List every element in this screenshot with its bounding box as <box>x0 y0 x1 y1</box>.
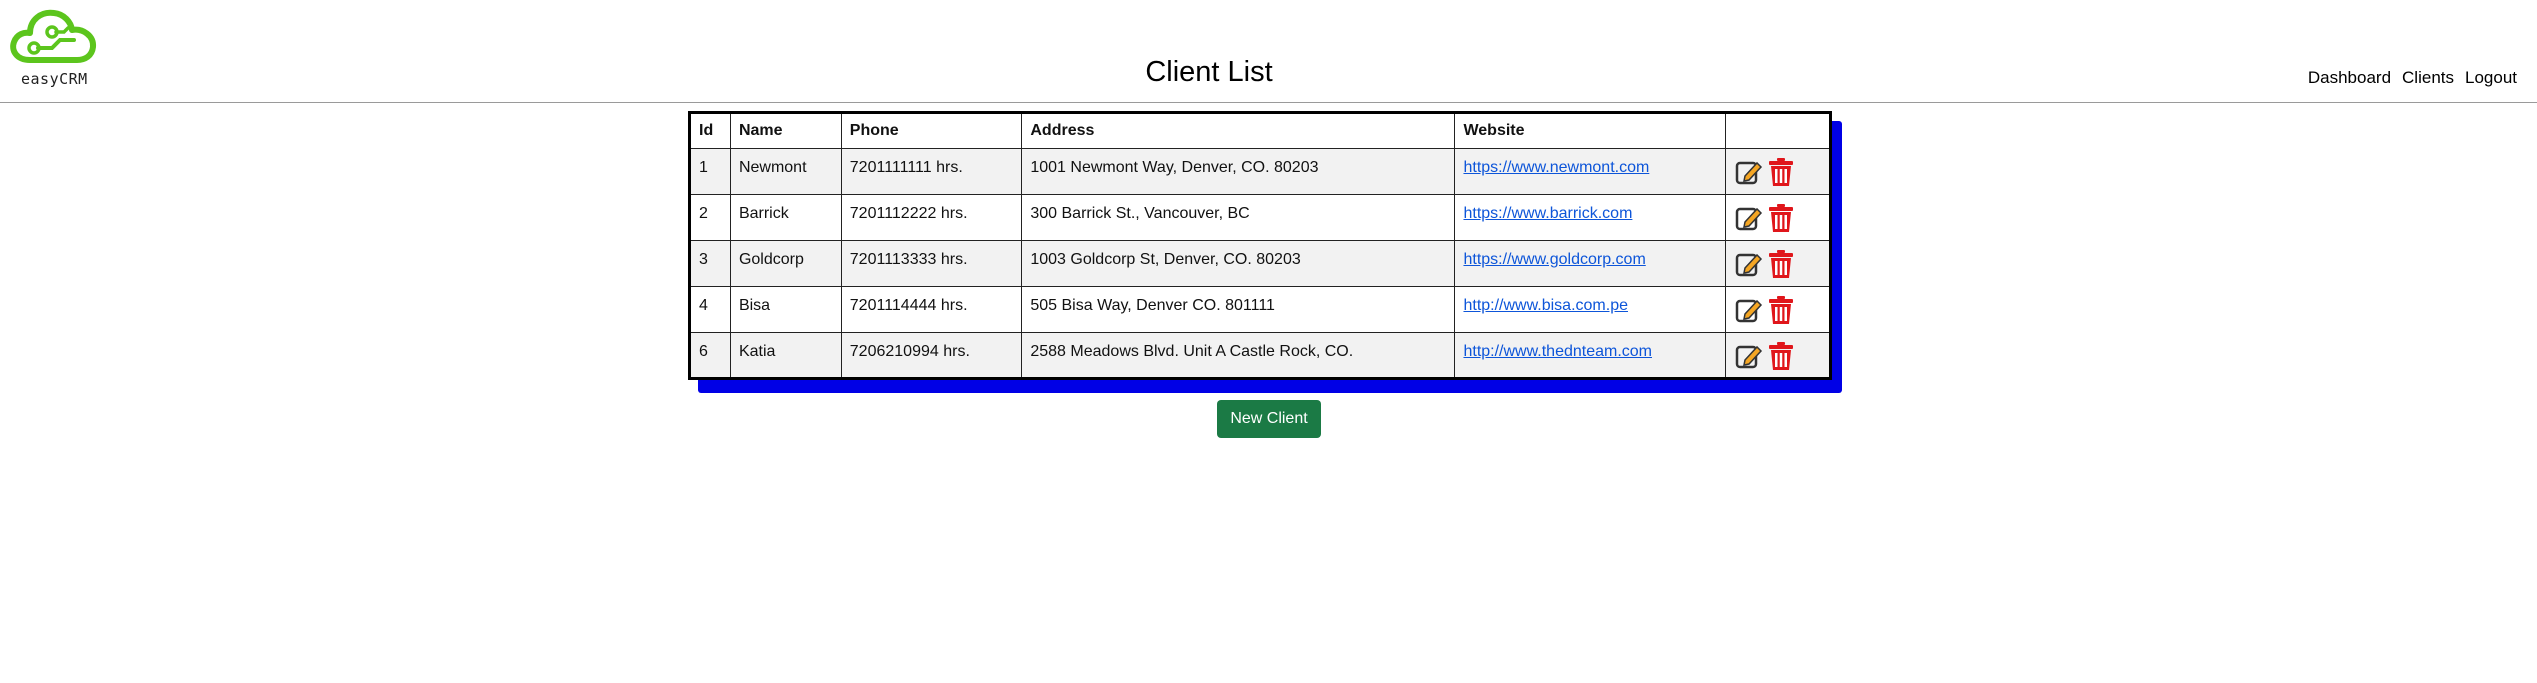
cell-address: 300 Barrick St., Vancouver, BC <box>1021 194 1456 241</box>
trash-icon[interactable] <box>1766 341 1796 371</box>
trash-icon[interactable] <box>1766 295 1796 325</box>
cell-id: 6 <box>689 332 731 379</box>
cell-actions <box>1725 194 1831 241</box>
cell-name: Goldcorp <box>729 240 842 287</box>
cell-id: 4 <box>689 286 731 333</box>
cell-address: 1001 Newmont Way, Denver, CO. 80203 <box>1021 148 1456 195</box>
cell-id: 2 <box>689 194 731 241</box>
edit-icon[interactable] <box>1734 157 1764 187</box>
trash-icon[interactable] <box>1766 203 1796 233</box>
table-row: 3 Goldcorp 7201113333 hrs. 1003 Goldcorp St… <box>689 240 1831 287</box>
trash-icon[interactable] <box>1766 249 1796 279</box>
client-table-container: Id Name Phone Address Website 1 Newmont 72… <box>688 111 1842 393</box>
cell-id: 3 <box>689 240 731 287</box>
cell-address: 1003 Goldcorp St, Denver, CO. 80203 <box>1021 240 1456 287</box>
edit-icon[interactable] <box>1734 295 1764 325</box>
website-link[interactable]: http://www.bisa.com.pe <box>1463 297 1628 314</box>
cell-phone: 7201111111 hrs. <box>840 148 1023 195</box>
column-header-address: Address <box>1021 112 1456 149</box>
table-row: 2 Barrick 7201112222 hrs. 300 Barrick St., … <box>689 194 1831 241</box>
website-link[interactable]: https://www.newmont.com <box>1463 159 1649 176</box>
new-client-button[interactable]: New Client <box>1217 400 1321 438</box>
trash-icon[interactable] <box>1766 157 1796 187</box>
cell-name: Bisa <box>729 286 842 333</box>
cell-address: 2588 Meadows Blvd. Unit A Castle Rock, C… <box>1021 332 1456 379</box>
cell-actions <box>1725 240 1831 287</box>
cell-id: 1 <box>689 148 731 195</box>
table-row: 6 Katia 7206210994 hrs. 2588 Meadows Blvd. … <box>689 332 1831 379</box>
cell-address: 505 Bisa Way, Denver CO. 801111 <box>1021 286 1456 333</box>
website-link[interactable]: http://www.thednteam.com <box>1463 343 1652 360</box>
cell-website: http://www.bisa.com.pe <box>1454 286 1727 333</box>
table-header-row: Id Name Phone Address Website <box>689 112 1831 149</box>
cell-phone: 7201114444 hrs. <box>840 286 1023 333</box>
column-header-name: Name <box>729 112 842 149</box>
column-header-id: Id <box>689 112 731 149</box>
table-row: 4 Bisa 7201114444 hrs. 505 Bisa Way, Denver… <box>689 286 1831 333</box>
nav-link-dashboard[interactable]: Dashboard <box>2308 68 2391 88</box>
cell-website: https://www.goldcorp.com <box>1454 240 1727 287</box>
edit-icon[interactable] <box>1734 203 1764 233</box>
cell-website: http://www.thednteam.com <box>1454 332 1727 379</box>
top-nav: Dashboard Clients Logout <box>2308 68 2517 88</box>
table-row: 1 Newmont 7201111111 hrs. 1001 Newmont Way,… <box>689 148 1831 195</box>
cell-phone: 7201112222 hrs. <box>840 194 1023 241</box>
cell-actions <box>1725 148 1831 195</box>
cell-actions <box>1725 286 1831 333</box>
column-header-phone: Phone <box>840 112 1023 149</box>
nav-link-logout[interactable]: Logout <box>2465 68 2517 88</box>
edit-icon[interactable] <box>1734 341 1764 371</box>
cell-name: Newmont <box>729 148 842 195</box>
page-title: Client List <box>1145 56 1273 88</box>
column-header-website: Website <box>1454 112 1727 149</box>
cell-website: https://www.newmont.com <box>1454 148 1727 195</box>
edit-icon[interactable] <box>1734 249 1764 279</box>
website-link[interactable]: https://www.barrick.com <box>1463 205 1632 222</box>
nav-link-clients[interactable]: Clients <box>2402 68 2454 88</box>
app-header: easyCRM Client List Dashboard Clients Lo… <box>0 0 2537 103</box>
client-table: Id Name Phone Address Website 1 Newmont 72… <box>688 111 1832 380</box>
cell-phone: 7201113333 hrs. <box>840 240 1023 287</box>
cell-website: https://www.barrick.com <box>1454 194 1727 241</box>
column-header-actions <box>1725 112 1831 149</box>
cell-name: Barrick <box>729 194 842 241</box>
cell-phone: 7206210994 hrs. <box>840 332 1023 379</box>
cell-actions <box>1725 332 1831 379</box>
website-link[interactable]: https://www.goldcorp.com <box>1463 251 1645 268</box>
cell-name: Katia <box>729 332 842 379</box>
